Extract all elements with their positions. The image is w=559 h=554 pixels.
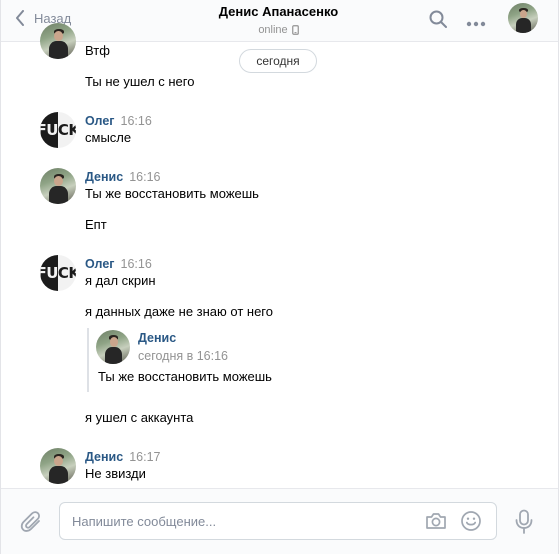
header-avatar[interactable] (508, 3, 538, 33)
message-time[interactable]: 16:16 (129, 170, 160, 184)
message-text: смысле (85, 130, 132, 145)
forwarded-message-bar (87, 328, 89, 392)
chat-window: Назад Денис Апанасенко online сегодня Вт… (0, 0, 559, 554)
message-author[interactable]: Олег (85, 257, 115, 271)
message-header: Олег 16:16 (85, 256, 152, 272)
date-divider: сегодня (239, 49, 317, 73)
avatar[interactable]: FUCKFUCK (40, 255, 76, 291)
message-input-box[interactable] (59, 502, 497, 540)
message-text: я ушел с аккаунта (85, 410, 194, 425)
avatar[interactable] (40, 23, 76, 59)
message-text: я данных даже не знаю от него (85, 304, 273, 319)
message-time[interactable]: 16:17 (129, 450, 160, 464)
forwarded-author[interactable]: Денис (138, 330, 176, 346)
forwarded-avatar[interactable] (96, 330, 130, 364)
message-input[interactable] (72, 511, 412, 531)
message-text: я дал скрин (85, 273, 156, 288)
avatar[interactable]: FUCKFUCK (40, 112, 76, 148)
message-header: Денис 16:17 (85, 449, 160, 465)
message-header: Олег 16:16 (85, 113, 152, 129)
more-icon[interactable] (466, 15, 486, 30)
message-time[interactable]: 16:16 (121, 114, 152, 128)
message-text: Втф (85, 43, 110, 58)
message-author[interactable]: Олег (85, 114, 115, 128)
chat-title: Денис Апанасенко (218, 4, 339, 19)
message-author[interactable]: Денис (85, 450, 123, 464)
online-status: online (258, 23, 299, 37)
smile-icon[interactable] (460, 510, 482, 535)
chat-title-block[interactable]: Денис Апанасенко online (161, 4, 396, 37)
status-text: online (258, 24, 288, 36)
avatar[interactable] (40, 448, 76, 484)
forwarded-time[interactable]: сегодня в 16:16 (138, 348, 228, 364)
paperclip-icon[interactable] (20, 510, 44, 537)
message-text: Епт (85, 217, 107, 232)
camera-icon[interactable] (425, 511, 447, 534)
forwarded-text: Ты же восстановить можешь (98, 369, 272, 384)
message-text: Ты не ушел с него (85, 74, 195, 89)
avatar[interactable] (40, 168, 76, 204)
search-icon[interactable] (429, 10, 447, 31)
chat-header: Назад Денис Апанасенко online (1, 0, 558, 42)
message-time[interactable]: 16:16 (121, 257, 152, 271)
chevron-left-icon (16, 10, 24, 26)
compose-bar (1, 488, 558, 554)
microphone-icon[interactable] (515, 509, 533, 538)
message-text: Ты же восстановить можешь (85, 186, 259, 201)
message-author[interactable]: Денис (85, 170, 123, 184)
mobile-phone-icon (291, 25, 299, 35)
message-text: Не звизди (85, 466, 146, 481)
message-header: Денис 16:16 (85, 169, 160, 185)
